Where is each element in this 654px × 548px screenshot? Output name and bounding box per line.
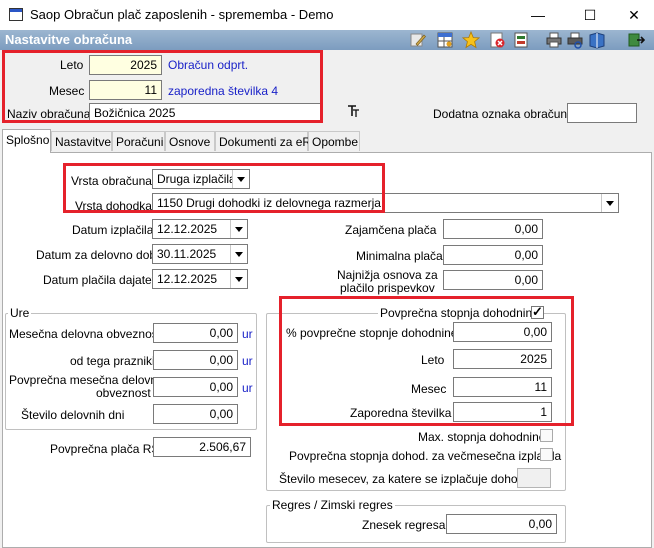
minimalna-input[interactable]: 0,00: [443, 245, 543, 265]
app-icon: [9, 8, 23, 21]
vecmesecna-label: Povprečna stopnja dohod. za večmesečna i…: [289, 449, 562, 463]
vecmesecna-checkbox[interactable]: [540, 448, 553, 461]
mesecna-input[interactable]: 0,00: [153, 323, 238, 343]
calendar-dropdown-icon[interactable]: [230, 270, 247, 288]
zajamcena-label: Zajamčena plača: [345, 223, 437, 237]
znesek-label: Znesek regresa: [362, 518, 446, 532]
prazniki-unit: ur: [242, 354, 253, 368]
mesecna-label: Mesečna delovna obveznost: [9, 327, 162, 341]
tab-osnove[interactable]: Osnove: [165, 131, 215, 151]
povprecna-placa-label: Povprečna plača RS: [50, 442, 160, 456]
delete-icon[interactable]: [488, 31, 506, 49]
zajamcena-input[interactable]: 0,00: [443, 219, 543, 239]
tab-opombe[interactable]: Opombe: [308, 131, 360, 151]
chevron-down-icon[interactable]: [601, 194, 618, 212]
dodatna-input[interactable]: [567, 103, 637, 123]
section-title: Nastavitve obračuna: [5, 32, 133, 47]
print-preview-icon[interactable]: [566, 31, 584, 49]
povp-label-line1: Povprečna mesečna delovna: [9, 373, 164, 387]
maximize-button[interactable]: ☐: [570, 2, 610, 28]
title-bar: Saop Obračun plač zaposlenih - sprememba…: [0, 0, 654, 30]
highlight-top-fields: [2, 50, 323, 123]
najnizja-label-line1: Najnižja osnova za: [337, 268, 438, 282]
prazniki-label: od tega prazniki: [70, 354, 155, 368]
calendar-dropdown-icon[interactable]: [230, 245, 247, 263]
datum-delovno-input[interactable]: 30.11.2025: [152, 244, 248, 264]
najnizja-label-line2: plačilo prispevkov: [340, 281, 435, 295]
max-checkbox[interactable]: [540, 429, 553, 442]
close-button[interactable]: ✕: [614, 2, 654, 28]
prazniki-input[interactable]: 0,00: [153, 350, 238, 370]
export-icon[interactable]: [512, 31, 530, 49]
mesecna-unit: ur: [242, 327, 253, 341]
datum-izplacila-label: Datum izplačila: [72, 223, 154, 237]
povp-unit: ur: [242, 381, 253, 395]
datum-placila-label: Datum plačila dajatev: [43, 273, 158, 287]
text-format-icon[interactable]: [347, 104, 360, 118]
povprecna-placa-input[interactable]: 2.506,67: [153, 437, 251, 457]
regres-group-title: Regres / Zimski regres: [270, 498, 395, 512]
dnevi-label: Število delovnih dni: [21, 408, 125, 422]
povp-input[interactable]: 0,00: [153, 377, 238, 397]
ure-group-title: Ure: [8, 306, 32, 320]
settings-table-icon[interactable]: [436, 31, 454, 49]
datum-izplacila-input[interactable]: 12.12.2025: [152, 219, 248, 239]
exit-icon[interactable]: [627, 31, 646, 49]
tab-nastavitve[interactable]: Nastavitve: [51, 131, 112, 151]
znesek-input[interactable]: 0,00: [446, 514, 557, 534]
najnizja-input[interactable]: 0,00: [443, 270, 543, 290]
tab-splosno[interactable]: Splošno: [2, 129, 51, 153]
datum-delovno-label: Datum za delovno dobo: [36, 248, 163, 262]
datum-placila-input[interactable]: 12.12.2025: [152, 269, 248, 289]
star-icon[interactable]: [461, 30, 481, 49]
tab-poracuni[interactable]: Poračuni: [112, 131, 165, 151]
dodatna-label: Dodatna oznaka obračuna: [433, 107, 574, 121]
minimize-button[interactable]: —: [518, 2, 558, 28]
stevilo-label: Število mesecev, za katere se izplačuje …: [279, 472, 537, 486]
edit-icon[interactable]: [409, 31, 427, 49]
help-book-icon[interactable]: [588, 31, 606, 49]
minimalna-label: Minimalna plača: [356, 249, 443, 263]
print-icon[interactable]: [545, 31, 563, 49]
povp-label-line2: obveznost: [96, 386, 151, 400]
tab-dokumenti[interactable]: Dokumenti za eR: [215, 131, 311, 151]
dnevi-input[interactable]: 0,00: [153, 404, 238, 424]
window-title: Saop Obračun plač zaposlenih - sprememba…: [30, 7, 334, 22]
max-label: Max. stopnja dohodnine: [418, 430, 546, 444]
highlight-vrsta: [63, 163, 385, 213]
highlight-dohodnina: [279, 296, 574, 426]
calendar-dropdown-icon[interactable]: [230, 220, 247, 238]
stevilo-input[interactable]: [517, 468, 551, 488]
